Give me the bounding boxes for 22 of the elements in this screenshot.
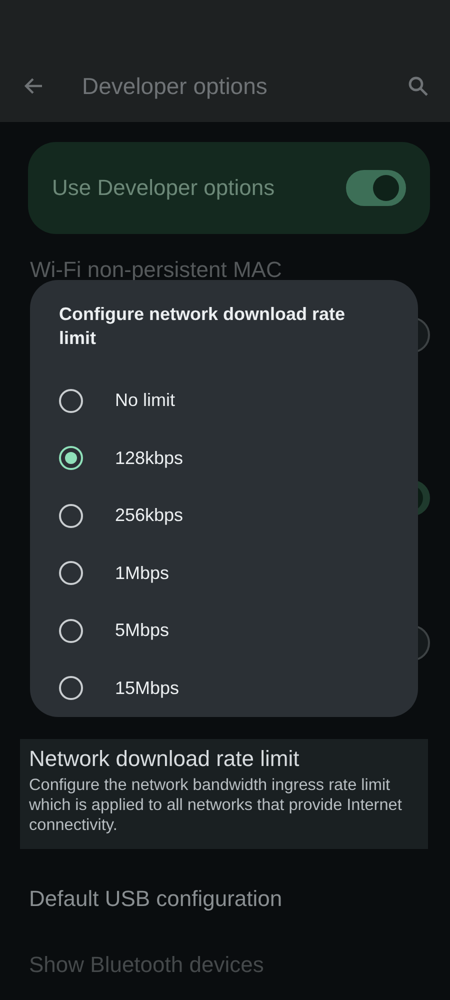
- setting-title: Wi-Fi non-persistent MAC: [30, 256, 283, 284]
- option-label[interactable]: 5Mbps: [115, 620, 170, 642]
- option-label[interactable]: 15Mbps: [115, 678, 180, 699]
- radio-button[interactable]: [59, 388, 83, 413]
- option-label[interactable]: 128kbps: [115, 448, 184, 469]
- radio-button[interactable]: [59, 504, 83, 528]
- dialog-title: Configure network download rate limit: [59, 303, 346, 350]
- option-label[interactable]: 256kbps: [115, 505, 184, 526]
- radio-button[interactable]: [59, 676, 83, 700]
- screen-title: Developer options: [82, 72, 268, 100]
- option-label[interactable]: 1Mbps: [115, 562, 170, 584]
- radio-button[interactable]: [59, 446, 83, 470]
- setting-title[interactable]: Default USB configuration: [29, 883, 420, 915]
- switch-label: Use Developer options: [52, 175, 275, 201]
- radio-button[interactable]: [59, 561, 83, 586]
- toggle-switch[interactable]: [346, 170, 406, 206]
- highlighted-setting[interactable]: Network download rate limit Configure the network bandwidth ingress rate limit which is applied to all networks that provide Internet connectivity.: [20, 739, 428, 849]
- setting-title: Network download rate limit: [29, 745, 300, 773]
- radio-button[interactable]: [59, 618, 83, 643]
- setting-summary: Configure the network bandwidth ingress rate limit which is applied to all networks that provide Internet connectivity.: [29, 775, 403, 835]
- search-icon: [406, 74, 430, 98]
- option-label[interactable]: No limit: [115, 390, 176, 412]
